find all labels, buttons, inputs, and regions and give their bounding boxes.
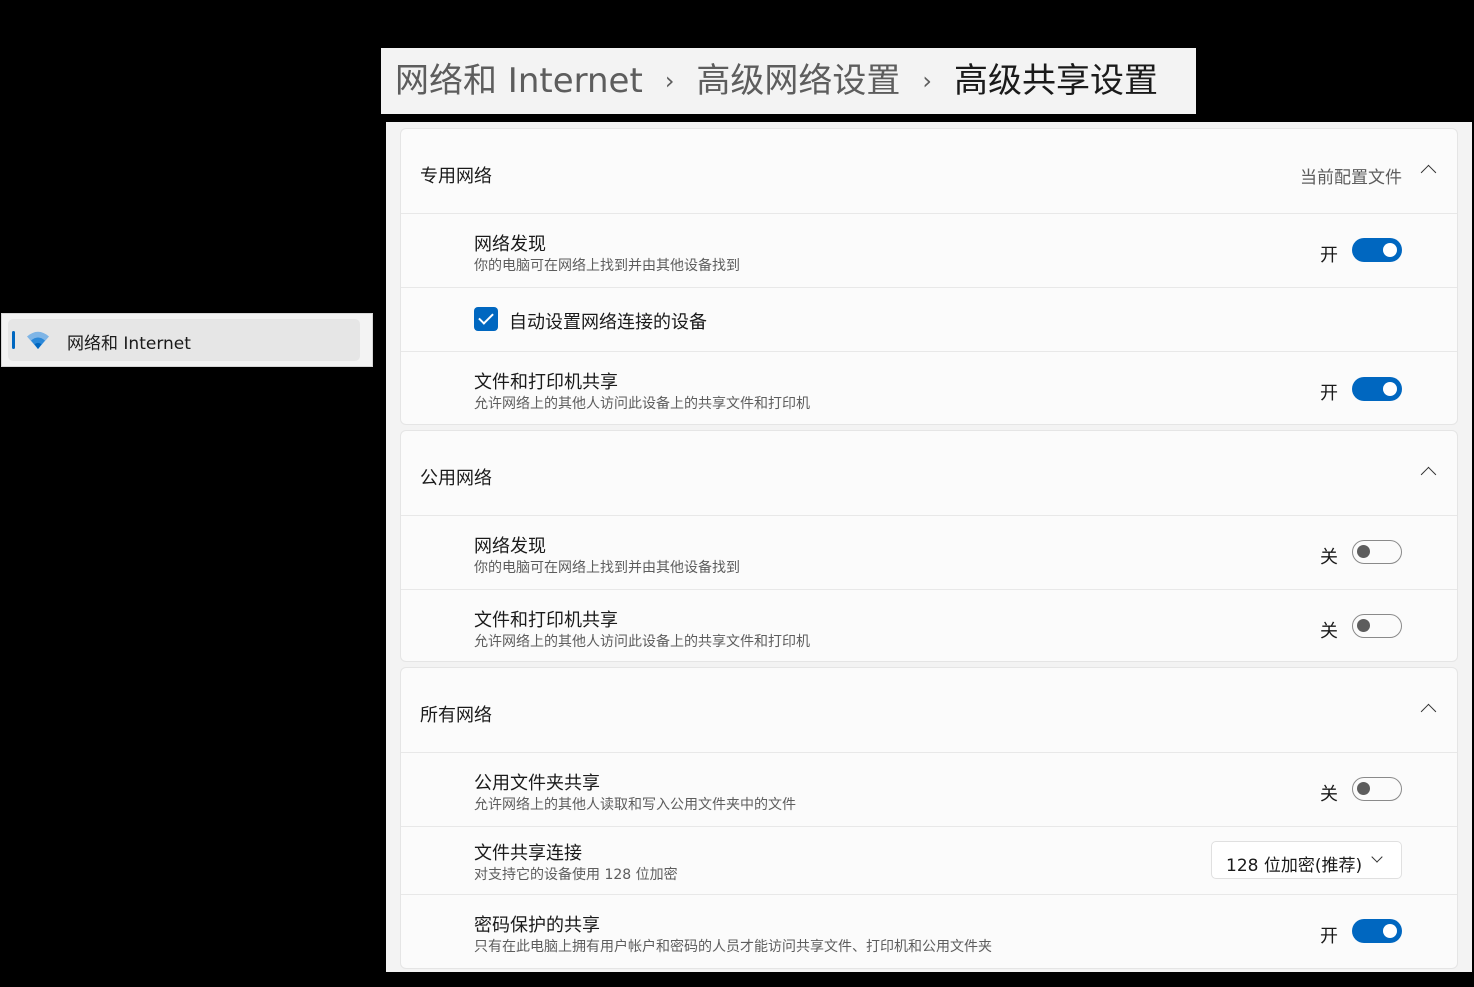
setting-description: 你的电脑可在网络上找到并由其他设备找到 [474, 560, 740, 576]
setting-description: 只有在此电脑上拥有用户帐户和密码的人员才能访问共享文件、打印机和公用文件夹 [474, 939, 992, 955]
sidebar: 网络和 Internet [1, 313, 373, 367]
dropdown-value: 128 位加密(推荐) [1226, 856, 1363, 876]
setting-title: 网络发现 [474, 234, 546, 255]
toggle-state-label: 关 [1320, 784, 1338, 805]
setting-title: 文件和打印机共享 [474, 610, 618, 631]
section-title: 专用网络 [420, 166, 492, 187]
settings-panel: 专用网络 当前配置文件 网络发现 你的电脑可在网络上找到并由其他设备找到 开 自… [386, 122, 1472, 972]
public-network-discovery-row: 网络发现 你的电脑可在网络上找到并由其他设备找到 关 [401, 516, 1457, 590]
setting-title: 网络发现 [474, 536, 546, 557]
setting-description: 你的电脑可在网络上找到并由其他设备找到 [474, 258, 740, 274]
page-title: 高级共享设置 [954, 61, 1159, 101]
private-network-card: 专用网络 当前配置文件 网络发现 你的电脑可在网络上找到并由其他设备找到 开 自… [400, 128, 1458, 425]
selection-indicator [12, 331, 15, 349]
toggle-knob [1383, 243, 1397, 257]
private-network-discovery-toggle[interactable] [1352, 238, 1402, 262]
auto-setup-checkbox[interactable] [474, 307, 498, 331]
wifi-icon [27, 331, 49, 349]
toggle-state-label: 开 [1320, 245, 1338, 266]
auto-setup-row: 自动设置网络连接的设备 [401, 288, 1457, 352]
toggle-knob [1357, 782, 1370, 795]
toggle-state-label: 开 [1320, 926, 1338, 947]
checkmark-icon [478, 309, 494, 325]
breadcrumb-network-internet[interactable]: 网络和 Internet [395, 64, 643, 98]
toggle-knob [1357, 545, 1370, 558]
section-title: 公用网络 [420, 468, 492, 489]
breadcrumb-separator-icon: › [922, 67, 933, 95]
all-networks-card: 所有网络 公用文件夹共享 允许网络上的其他人读取和写入公用文件夹中的文件 关 文… [400, 667, 1458, 969]
toggle-knob [1383, 924, 1397, 938]
public-file-print-row: 文件和打印机共享 允许网络上的其他人访问此设备上的共享文件和打印机 关 [401, 590, 1457, 661]
public-network-card: 公用网络 网络发现 你的电脑可在网络上找到并由其他设备找到 关 文件和打印机共享… [400, 430, 1458, 662]
toggle-state-label: 关 [1320, 547, 1338, 568]
current-profile-label: 当前配置文件 [1300, 168, 1402, 188]
sidebar-item-label: 网络和 Internet [67, 334, 191, 354]
auto-setup-label[interactable]: 自动设置网络连接的设备 [509, 308, 707, 334]
toggle-knob [1383, 382, 1397, 396]
private-network-header[interactable]: 专用网络 当前配置文件 [401, 129, 1457, 214]
breadcrumb-separator-icon: › [664, 67, 675, 95]
toggle-knob [1357, 619, 1370, 632]
section-title: 所有网络 [420, 705, 492, 726]
public-network-discovery-toggle[interactable] [1352, 540, 1402, 564]
chevron-up-icon[interactable] [1420, 703, 1437, 720]
password-protected-sharing-row: 密码保护的共享 只有在此电脑上拥有用户帐户和密码的人员才能访问共享文件、打印机和… [401, 895, 1457, 968]
public-network-header[interactable]: 公用网络 [401, 431, 1457, 516]
sidebar-item-network-internet[interactable]: 网络和 Internet [8, 319, 360, 361]
setting-title: 公用文件夹共享 [474, 773, 600, 794]
public-folder-sharing-row: 公用文件夹共享 允许网络上的其他人读取和写入公用文件夹中的文件 关 [401, 753, 1457, 827]
breadcrumb-advanced-network-settings[interactable]: 高级网络设置 [696, 64, 900, 98]
breadcrumb: 网络和 Internet › 高级网络设置 › 高级共享设置 [381, 48, 1196, 114]
setting-description: 对支持它的设备使用 128 位加密 [474, 867, 678, 883]
public-file-print-toggle[interactable] [1352, 614, 1402, 638]
setting-title: 文件和打印机共享 [474, 372, 618, 393]
private-file-print-toggle[interactable] [1352, 377, 1402, 401]
encryption-dropdown[interactable]: 128 位加密(推荐) [1211, 841, 1402, 879]
setting-description: 允许网络上的其他人读取和写入公用文件夹中的文件 [474, 797, 796, 813]
private-network-discovery-row: 网络发现 你的电脑可在网络上找到并由其他设备找到 开 [401, 214, 1457, 288]
chevron-down-icon [1371, 851, 1383, 863]
chevron-up-icon[interactable] [1420, 164, 1437, 181]
setting-description: 允许网络上的其他人访问此设备上的共享文件和打印机 [474, 634, 810, 650]
toggle-state-label: 开 [1320, 383, 1338, 404]
password-protected-sharing-toggle[interactable] [1352, 919, 1402, 943]
all-networks-header[interactable]: 所有网络 [401, 668, 1457, 753]
public-folder-sharing-toggle[interactable] [1352, 777, 1402, 801]
setting-title: 文件共享连接 [474, 843, 582, 864]
chevron-up-icon[interactable] [1420, 466, 1437, 483]
setting-description: 允许网络上的其他人访问此设备上的共享文件和打印机 [474, 396, 810, 412]
setting-title: 密码保护的共享 [474, 915, 600, 936]
toggle-state-label: 关 [1320, 621, 1338, 642]
private-file-print-row: 文件和打印机共享 允许网络上的其他人访问此设备上的共享文件和打印机 开 [401, 352, 1457, 424]
file-sharing-connection-row: 文件共享连接 对支持它的设备使用 128 位加密 128 位加密(推荐) [401, 827, 1457, 895]
